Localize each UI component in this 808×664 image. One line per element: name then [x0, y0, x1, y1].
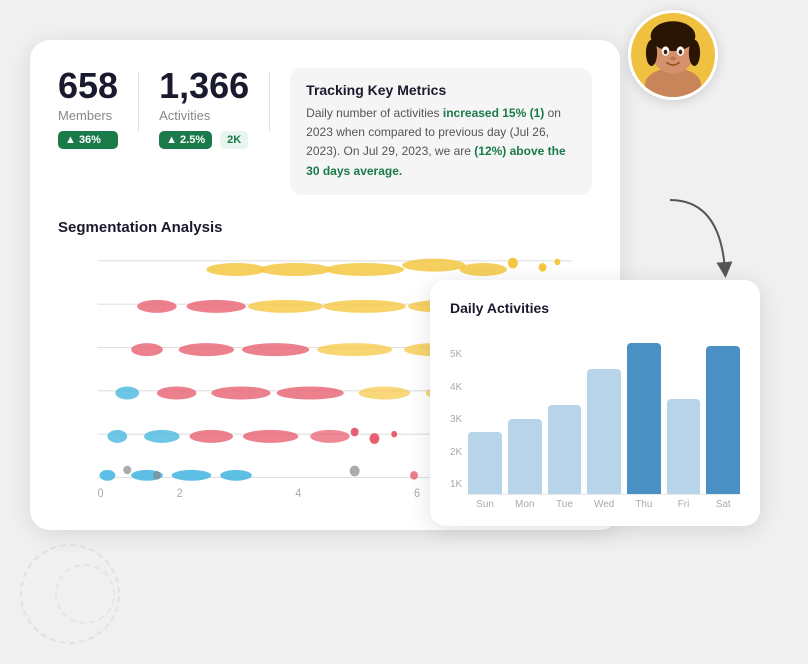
bar-fri	[667, 399, 701, 494]
x-label-wed: Wed	[587, 499, 621, 510]
y-label-4k: 4K	[450, 383, 462, 393]
x-label-sun: Sun	[468, 499, 502, 510]
members-label: Members	[58, 108, 118, 123]
activities-metric: 1,366 Activities ▲ 2.5% 2K	[159, 68, 249, 149]
activities-badge2: 2K	[220, 131, 248, 149]
members-badge: ▲ 36%	[58, 131, 118, 149]
bars-area	[468, 330, 740, 495]
daily-activities-card: Daily Activities 1K 2K 3K 4K 5K	[430, 280, 760, 526]
highlight-1: increased 15% (1)	[443, 106, 544, 120]
activities-value: 1,366	[159, 68, 249, 104]
y-axis: 1K 2K 3K 4K 5K	[450, 350, 462, 510]
bar-col-mon	[508, 330, 542, 494]
tracking-text: Daily number of activities increased 15%…	[306, 104, 576, 181]
y-label-3k: 3K	[450, 415, 462, 425]
bar-thu	[627, 343, 661, 494]
y-label-5k: 5K	[450, 350, 462, 360]
avatar	[628, 10, 718, 100]
x-label-tue: Tue	[548, 499, 582, 510]
bar-wed	[587, 369, 621, 494]
x-label-thu: Thu	[627, 499, 661, 510]
x-axis-labels: Sun Mon Tue Wed Thu Fri Sat	[468, 495, 740, 510]
bar-col-sat	[706, 330, 740, 494]
svg-text:0: 0	[98, 487, 104, 500]
x-label-mon: Mon	[508, 499, 542, 510]
y-label-1k: 1K	[450, 480, 462, 490]
svg-text:2: 2	[177, 487, 183, 500]
svg-text:6: 6	[414, 487, 420, 500]
y-label-2k: 2K	[450, 448, 462, 458]
highlight-2: (12%) above the 30 days average.	[306, 144, 565, 177]
bar-col-wed	[587, 330, 621, 494]
daily-activities-title: Daily Activities	[450, 300, 740, 316]
tracking-title: Tracking Key Metrics	[306, 82, 576, 98]
tracking-box: Tracking Key Metrics Daily number of act…	[290, 68, 592, 195]
members-value: 658	[58, 68, 118, 104]
bar-mon	[508, 419, 542, 494]
bar-col-tue	[548, 330, 582, 494]
bar-col-fri	[667, 330, 701, 494]
activities-label: Activities	[159, 108, 249, 123]
segmentation-title: Segmentation Analysis	[58, 219, 592, 236]
bar-chart: 1K 2K 3K 4K 5K	[450, 330, 740, 510]
arrow-decoration	[660, 190, 740, 295]
divider	[138, 72, 139, 132]
bar-col-sun	[468, 330, 502, 494]
bar-col-thu	[627, 330, 661, 494]
bar-sun	[468, 432, 502, 494]
bar-tue	[548, 405, 582, 494]
activities-badge: ▲ 2.5%	[159, 131, 212, 149]
bar-sat	[706, 346, 740, 494]
svg-text:4: 4	[295, 487, 301, 500]
x-label-sat: Sat	[706, 499, 740, 510]
x-label-fri: Fri	[667, 499, 701, 510]
divider2	[269, 72, 270, 132]
members-metric: 658 Members ▲ 36%	[58, 68, 118, 149]
